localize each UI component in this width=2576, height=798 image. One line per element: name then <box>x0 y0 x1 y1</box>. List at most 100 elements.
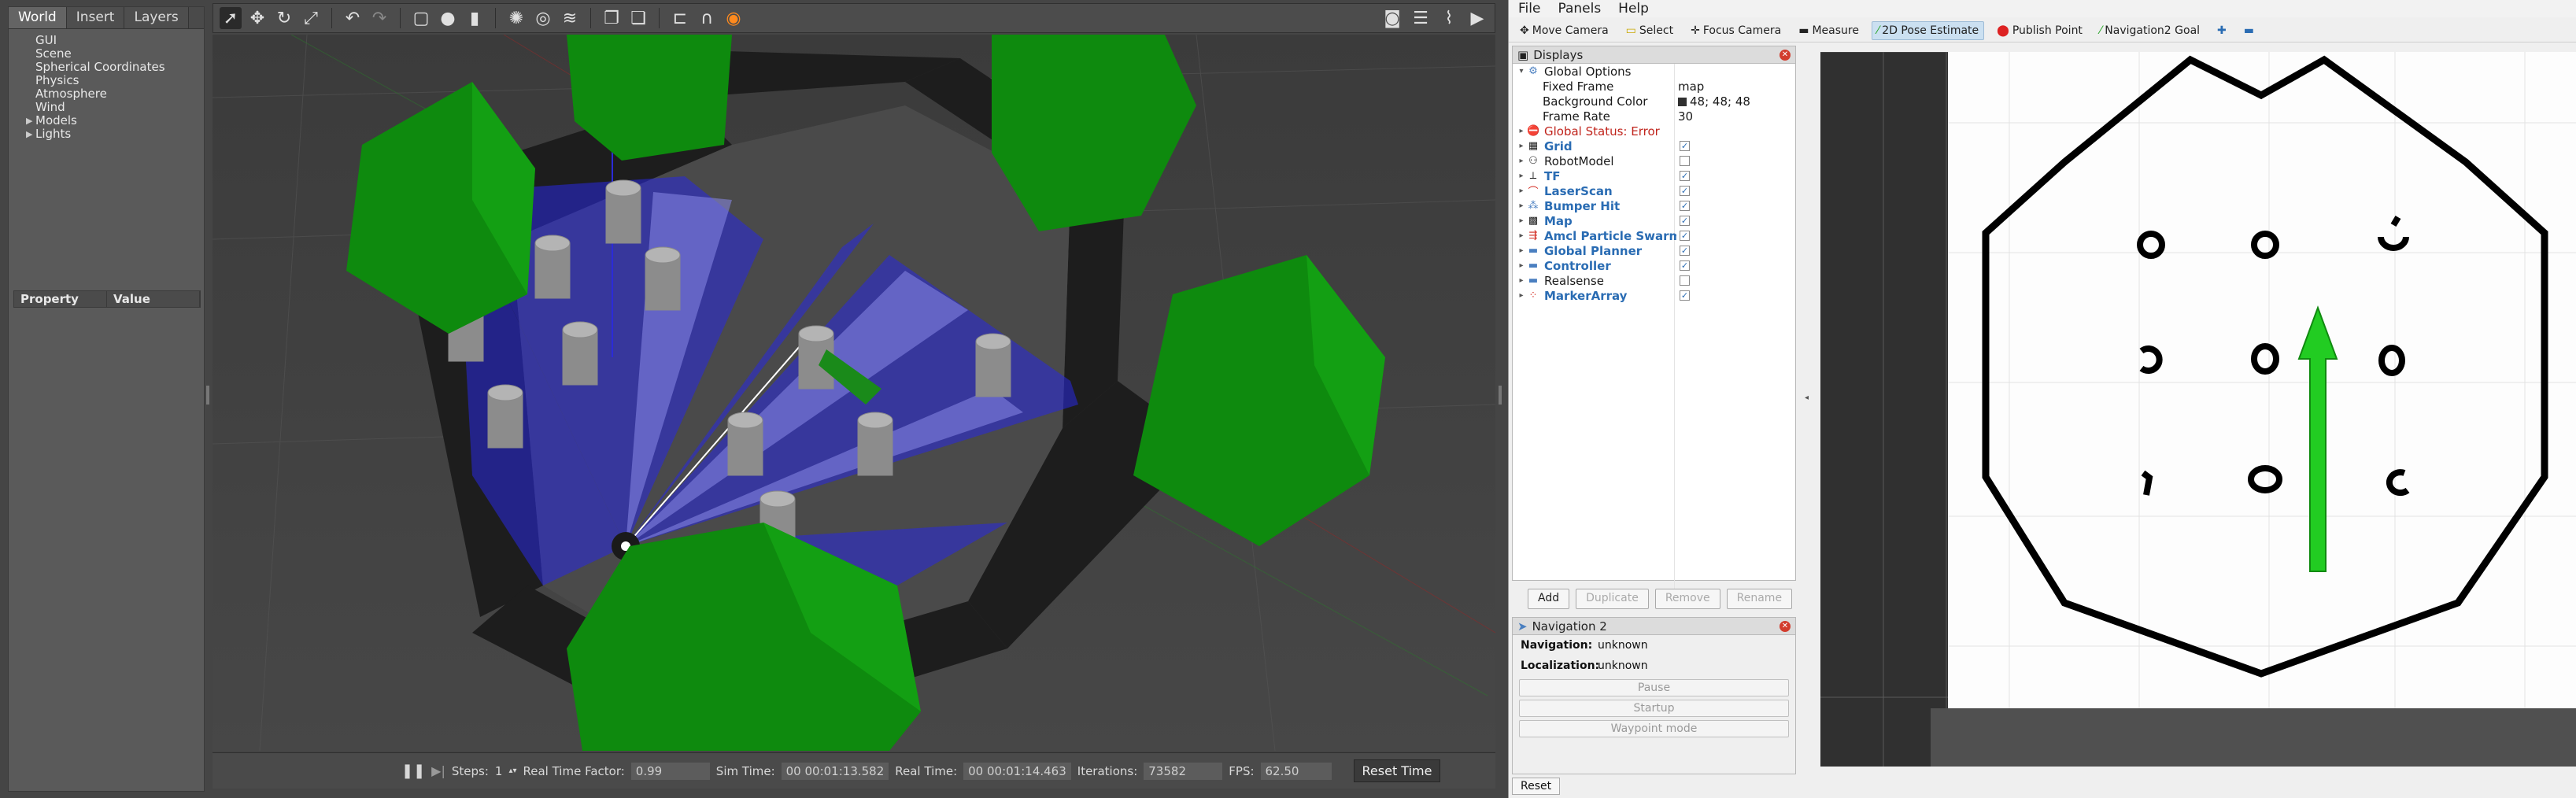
tree-item-wind[interactable]: Wind <box>15 101 198 114</box>
step-icon[interactable]: ▶| <box>431 763 445 778</box>
move-camera-tool[interactable]: ✥ Move Camera <box>1515 22 1613 39</box>
pause-icon[interactable]: ❚❚ <box>401 763 425 779</box>
gazebo-3d-viewport[interactable] <box>213 35 1495 751</box>
frame-rate-row[interactable]: Frame Rate 30 <box>1513 109 1795 124</box>
display-markerarray[interactable]: ▸ ⁘ MarkerArray ✓ <box>1513 288 1795 303</box>
cylinder-shape-icon[interactable]: ▮ <box>464 7 486 29</box>
paste-icon[interactable]: ❏ <box>627 7 649 29</box>
tree-item-physics[interactable]: Physics <box>15 74 198 87</box>
tf-checkbox[interactable]: ✓ <box>1680 171 1690 181</box>
reset-button[interactable]: Reset <box>1512 778 1561 795</box>
duplicate-display-button[interactable]: Duplicate <box>1576 589 1649 609</box>
display-tf[interactable]: ▸ ⟂ TF ✓ <box>1513 168 1795 183</box>
display-amcl-particle-swarm[interactable]: ▸ ⇶ Amcl Particle Swarm ✓ <box>1513 228 1795 243</box>
expand-arrow-icon[interactable]: ▸ <box>1516 127 1527 135</box>
bumper-hit-checkbox[interactable]: ✓ <box>1680 201 1690 211</box>
waypoint-mode-button[interactable]: Waypoint mode <box>1519 720 1789 737</box>
frame-rate-value[interactable]: 30 <box>1678 109 1693 124</box>
scale-mode-icon[interactable]: ⤢ <box>300 7 322 29</box>
add-display-button[interactable]: Add <box>1528 589 1570 609</box>
display-global-status[interactable]: ▸ ⛔ Global Status: Error <box>1513 124 1795 139</box>
expand-arrow-icon[interactable]: ▸ <box>1516 261 1527 270</box>
remove-tool-button[interactable]: ▬ <box>2239 22 2259 39</box>
tree-item-models[interactable]: ▶ Models <box>15 114 198 127</box>
undo-icon[interactable]: ↶ <box>342 7 364 29</box>
robotmodel-checkbox[interactable] <box>1680 156 1690 166</box>
measure-tool[interactable]: ▬ Measure <box>1794 22 1864 39</box>
menu-help[interactable]: Help <box>1618 1 1649 17</box>
expand-arrow-icon[interactable]: ▶ <box>26 127 32 141</box>
tree-item-gui[interactable]: GUI <box>15 34 198 47</box>
tab-layers[interactable]: Layers <box>124 7 189 28</box>
close-icon[interactable]: ✕ <box>1780 621 1791 632</box>
expand-arrow-icon[interactable]: ▸ <box>1516 187 1527 195</box>
redo-icon[interactable]: ↷ <box>368 7 390 29</box>
expand-arrow-icon[interactable]: ▸ <box>1516 291 1527 300</box>
expand-arrow-icon[interactable]: ▸ <box>1516 231 1527 240</box>
expand-arrow-icon[interactable]: ▸ <box>1516 172 1527 180</box>
screenshot-icon[interactable]: ◙ <box>1381 7 1403 29</box>
display-laserscan[interactable]: ▸ ⌒ LaserScan ✓ <box>1513 183 1795 198</box>
tree-item-lights[interactable]: ▶ Lights <box>15 127 198 141</box>
rviz-3d-view[interactable] <box>1820 52 2576 767</box>
realsense-checkbox[interactable] <box>1680 275 1690 286</box>
laserscan-checkbox[interactable]: ✓ <box>1680 186 1690 196</box>
menu-file[interactable]: File <box>1518 1 1540 17</box>
tree-item-atmosphere[interactable]: Atmosphere <box>15 87 198 101</box>
rotate-mode-icon[interactable]: ↻ <box>273 7 295 29</box>
remove-display-button[interactable]: Remove <box>1654 589 1720 609</box>
spot-light-icon[interactable]: ◎ <box>532 7 554 29</box>
panel-splitter-handle-icon[interactable]: ◂ <box>1805 393 1809 402</box>
expand-arrow-icon[interactable]: ▸ <box>1516 201 1527 210</box>
fixed-frame-row[interactable]: Fixed Frame map <box>1513 79 1795 94</box>
expand-arrow-icon[interactable]: ▶ <box>26 114 32 127</box>
snap-icon[interactable]: ∩ <box>696 7 718 29</box>
display-map[interactable]: ▸ ▩ Map ✓ <box>1513 213 1795 228</box>
expand-arrow-icon[interactable]: ▸ <box>1516 276 1527 285</box>
tab-insert[interactable]: Insert <box>66 7 125 28</box>
background-color-value[interactable]: 48; 48; 48 <box>1678 94 1750 109</box>
close-icon[interactable]: ✕ <box>1780 50 1791 61</box>
expand-arrow-icon[interactable]: ▸ <box>1516 142 1527 150</box>
collapse-arrow-icon[interactable]: ▾ <box>1516 67 1527 76</box>
left-panel-splitter[interactable] <box>206 386 209 405</box>
tree-item-spherical-coordinates[interactable]: Spherical Coordinates <box>15 61 198 74</box>
rename-display-button[interactable]: Rename <box>1726 589 1793 609</box>
markerarray-checkbox[interactable]: ✓ <box>1680 290 1690 301</box>
background-color-row[interactable]: Background Color 48; 48; 48 <box>1513 94 1795 109</box>
map-checkbox[interactable]: ✓ <box>1680 216 1690 226</box>
directional-light-icon[interactable]: ≋ <box>559 7 581 29</box>
display-controller[interactable]: ▸ ▬ Controller ✓ <box>1513 258 1795 273</box>
controller-checkbox[interactable]: ✓ <box>1680 260 1690 271</box>
change-view-icon[interactable]: ◉ <box>723 7 745 29</box>
steps-spinbox[interactable]: 1 <box>495 764 503 778</box>
video-record-icon[interactable]: ▶ <box>1466 7 1488 29</box>
tree-item-scene[interactable]: Scene <box>15 47 198 61</box>
expand-arrow-icon[interactable]: ▸ <box>1516 216 1527 225</box>
translate-mode-icon[interactable]: ✥ <box>246 7 268 29</box>
select-tool[interactable]: ▭ Select <box>1621 22 1678 39</box>
tab-world[interactable]: World <box>9 7 67 28</box>
pose-estimate-tool[interactable]: ⁄ 2D Pose Estimate <box>1871 20 1985 40</box>
reset-time-button[interactable]: Reset Time <box>1353 759 1441 782</box>
nav-goal-tool[interactable]: ⁄ Navigation2 Goal <box>2095 22 2205 39</box>
startup-button[interactable]: Startup <box>1519 700 1789 717</box>
grid-checkbox[interactable]: ✓ <box>1680 141 1690 151</box>
copy-icon[interactable]: ❐ <box>601 7 623 29</box>
amcl-particle-swarm-checkbox[interactable]: ✓ <box>1680 231 1690 241</box>
global-planner-checkbox[interactable]: ✓ <box>1680 246 1690 256</box>
display-bumper-hit[interactable]: ▸ ⁂ Bumper Hit ✓ <box>1513 198 1795 213</box>
publish-point-tool[interactable]: ⬤ Publish Point <box>1992 22 2087 39</box>
point-light-icon[interactable]: ✺ <box>505 7 527 29</box>
focus-camera-tool[interactable]: ✛ Focus Camera <box>1686 22 1786 39</box>
expand-arrow-icon[interactable]: ▸ <box>1516 157 1527 165</box>
add-tool-button[interactable]: ✚ <box>2212 22 2231 39</box>
sphere-shape-icon[interactable]: ● <box>437 7 459 29</box>
box-shape-icon[interactable]: ▢ <box>410 7 432 29</box>
menu-panels[interactable]: Panels <box>1558 1 1601 17</box>
steps-spinner-icon[interactable]: ▴▾ <box>508 767 516 775</box>
plot-icon[interactable]: ⌇ <box>1438 7 1460 29</box>
right-panel-splitter[interactable] <box>1499 386 1502 405</box>
fixed-frame-value[interactable]: map <box>1678 79 1704 94</box>
align-icon[interactable]: ⊏ <box>669 7 691 29</box>
